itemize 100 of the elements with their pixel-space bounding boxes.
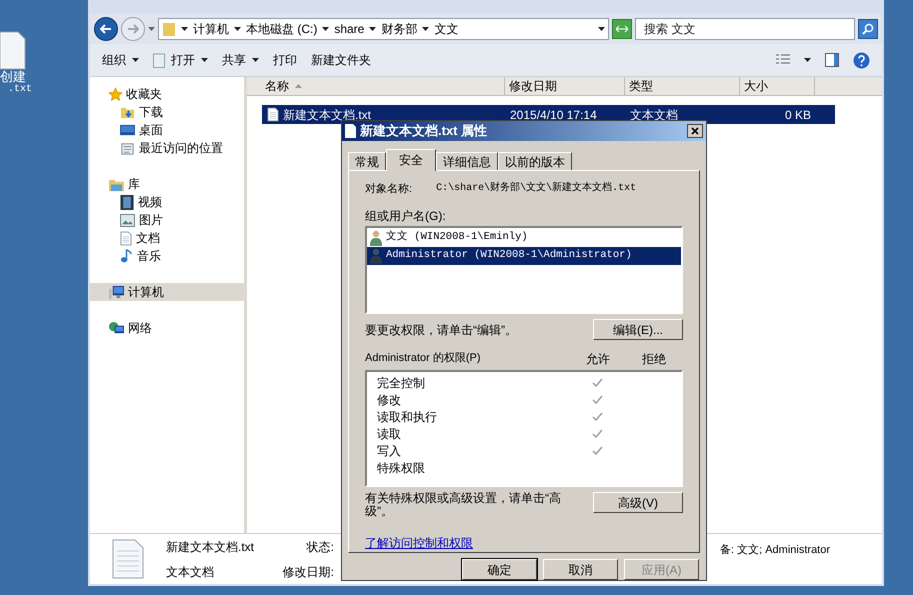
nav-item[interactable]: 音乐 bbox=[90, 247, 244, 265]
column-header[interactable]: 修改日期 bbox=[505, 77, 625, 95]
caret-icon bbox=[422, 27, 430, 31]
user-item[interactable]: 文文 (WIN2008-1\Eminly) bbox=[367, 229, 681, 247]
breadcrumb[interactable]: 本地磁盘 (C:) bbox=[246, 20, 318, 38]
caret-icon bbox=[148, 27, 155, 31]
left-arrow-icon bbox=[100, 23, 112, 35]
dialog-tab[interactable]: 以前的版本 bbox=[498, 152, 572, 170]
nav-item[interactable]: 桌面 bbox=[90, 121, 244, 139]
details-owner: 备: 文文; Administrator bbox=[720, 542, 830, 558]
toolbar-button[interactable]: 共享 bbox=[222, 51, 259, 69]
breadcrumb[interactable]: 文文 bbox=[434, 20, 458, 38]
user-icon bbox=[369, 248, 383, 264]
caret-icon bbox=[132, 58, 139, 62]
toolbar-button[interactable]: 打印 bbox=[273, 51, 297, 69]
details-label: 修改日期: bbox=[282, 564, 334, 580]
caret-icon bbox=[322, 27, 330, 31]
permission-name: 写入 bbox=[377, 442, 402, 460]
desktop-icon-label: .txt bbox=[8, 84, 32, 96]
document-icon bbox=[112, 539, 144, 579]
breadcrumb[interactable]: 计算机 bbox=[193, 20, 229, 38]
column-header[interactable]: 类型 bbox=[625, 77, 740, 95]
caret-icon bbox=[804, 58, 811, 62]
back-button[interactable] bbox=[94, 17, 118, 41]
nav-item[interactable]: 图片 bbox=[90, 211, 244, 229]
permissions-label: Administrator 的权限(P) bbox=[365, 351, 482, 366]
search-field[interactable]: 搜索 文文 bbox=[635, 18, 855, 40]
advanced-hint: 有关特殊权限或高级设置，请单击“高级”。 bbox=[365, 492, 562, 518]
music-note-icon bbox=[120, 248, 133, 264]
search-button[interactable] bbox=[858, 19, 878, 39]
permission-column-header: 拒绝 bbox=[641, 351, 667, 368]
film-icon bbox=[120, 194, 134, 210]
text-file-icon bbox=[0, 30, 26, 70]
advanced-button[interactable]: 高级(V) bbox=[593, 492, 683, 513]
edit-button[interactable]: 编辑(E)... bbox=[593, 319, 683, 340]
dialog-tab[interactable]: 安全 bbox=[386, 148, 436, 170]
image-icon bbox=[120, 214, 135, 226]
nav-item[interactable]: 最近访问的位置 bbox=[90, 139, 244, 157]
dialog-title: 新建文本文档.txt 属性 bbox=[360, 122, 488, 140]
caret-icon bbox=[252, 58, 259, 62]
help-icon[interactable] bbox=[853, 52, 870, 68]
refresh-button[interactable] bbox=[612, 19, 632, 39]
details-file-type: 文本文档 bbox=[166, 564, 215, 580]
details-label: 状态: bbox=[306, 538, 334, 556]
dialog-tab[interactable]: 详细信息 bbox=[436, 152, 498, 170]
recent-places-icon bbox=[120, 140, 135, 156]
view-icon[interactable] bbox=[776, 54, 790, 66]
nav-item[interactable]: 网络 bbox=[90, 319, 244, 337]
document-icon bbox=[345, 124, 356, 138]
right-arrow-icon bbox=[127, 23, 139, 35]
toolbar-button[interactable]: 新建文件夹 bbox=[311, 51, 371, 69]
dialog-button[interactable]: 确定 bbox=[462, 559, 537, 580]
user-icon bbox=[369, 230, 383, 246]
object-path: C:\share\财务部\文文\新建文本文档.txt bbox=[436, 180, 636, 196]
file-cell-text: 文本文档 bbox=[630, 106, 678, 124]
close-button[interactable] bbox=[687, 124, 703, 138]
dialog-button[interactable]: 取消 bbox=[543, 559, 618, 580]
document-icon bbox=[120, 230, 132, 246]
permission-name: 完全控制 bbox=[377, 374, 426, 392]
notepad-icon bbox=[153, 52, 165, 68]
caret-icon bbox=[234, 27, 241, 31]
close-icon bbox=[691, 126, 699, 135]
network-icon bbox=[108, 320, 125, 336]
change-hint: 要更改权限，请单击“编辑”。 bbox=[365, 322, 517, 338]
nav-item[interactable]: 计算机 bbox=[90, 283, 244, 301]
permission-column-header: 允许 bbox=[585, 351, 611, 368]
caret-icon bbox=[201, 58, 208, 62]
file-cell-text: 0 KB bbox=[784, 106, 811, 124]
breadcrumb[interactable]: 财务部 bbox=[381, 20, 418, 38]
desktop-icon bbox=[120, 124, 135, 136]
column-header[interactable]: 名称 bbox=[247, 77, 505, 95]
toolbar-button[interactable]: 组织 bbox=[102, 51, 139, 69]
file-cell-text: 2015/4/10 17:14 bbox=[510, 106, 597, 124]
nav-item[interactable]: 收藏夹 bbox=[90, 85, 244, 103]
sort-arrow-icon bbox=[295, 84, 302, 88]
permission-name: 修改 bbox=[377, 392, 402, 408]
preview-pane-icon[interactable] bbox=[825, 53, 839, 67]
desktop-icon-label: 创建 bbox=[0, 70, 26, 84]
nav-item[interactable]: 库 bbox=[90, 175, 244, 193]
details-file-name: 新建文本文档.txt bbox=[166, 538, 256, 556]
nav-item[interactable]: 下载 bbox=[90, 103, 244, 121]
caret-icon bbox=[369, 27, 376, 31]
caret-icon bbox=[598, 27, 605, 31]
column-header[interactable]: 大小 bbox=[740, 77, 815, 95]
computer-icon bbox=[108, 284, 125, 300]
toolbar-button[interactable]: 打开 bbox=[153, 51, 208, 69]
permission-name: 读取和执行 bbox=[377, 408, 438, 426]
search-icon bbox=[862, 23, 874, 35]
permission-name: 读取 bbox=[377, 426, 402, 442]
star-icon bbox=[108, 86, 123, 102]
object-name-label: 对象名称: bbox=[365, 182, 412, 196]
users-label: 组或用户名(G): bbox=[365, 208, 447, 225]
breadcrumb[interactable]: share bbox=[334, 20, 364, 38]
help-link[interactable]: 了解访问控制和权限 bbox=[365, 534, 473, 552]
folder-icon bbox=[162, 21, 176, 37]
nav-item[interactable]: 文档 bbox=[90, 229, 244, 247]
dialog-tab[interactable]: 常规 bbox=[348, 152, 386, 170]
user-item[interactable]: Administrator (WIN2008-1\Administrator) bbox=[367, 247, 681, 265]
address-bar[interactable]: 计算机 本地磁盘 (C:) share 财务部 文文 bbox=[158, 18, 609, 40]
nav-item[interactable]: 视频 bbox=[90, 193, 244, 211]
